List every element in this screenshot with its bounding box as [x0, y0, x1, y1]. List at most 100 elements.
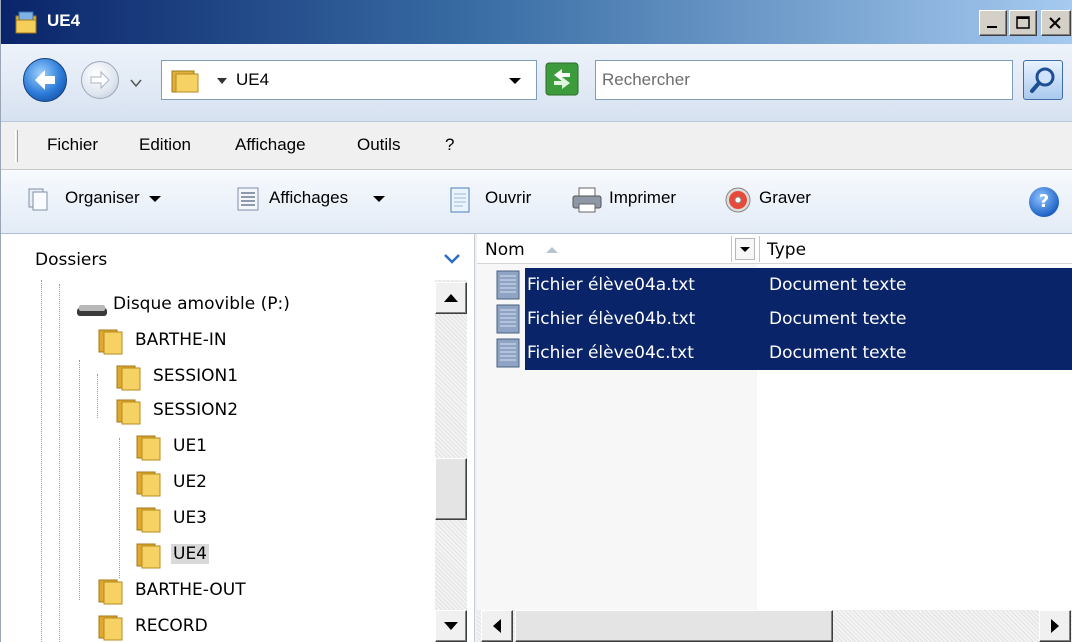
column-header-row: Nom Type — [477, 234, 1072, 264]
file-list-horizontal-scrollbar[interactable] — [477, 610, 1072, 642]
file-row[interactable]: Fichier élève04b.txt Document texte — [491, 302, 1072, 336]
title-bar[interactable]: UE4 — [1, 0, 1072, 44]
menu-outils[interactable]: Outils — [357, 135, 400, 155]
scroll-down-button[interactable] — [435, 610, 467, 642]
folder-icon — [171, 70, 199, 93]
scroll-thumb[interactable] — [435, 458, 467, 520]
folder-icon — [136, 435, 161, 461]
folder-icon — [116, 399, 141, 425]
folders-pane: Dossiers Disque amovible (P:) BARTHE-IN — [1, 234, 475, 642]
ouvrir-button[interactable]: Ouvrir — [445, 187, 531, 213]
text-file-icon — [496, 338, 520, 368]
column-header-nom[interactable]: Nom — [485, 240, 525, 260]
affichages-label: Affichages — [269, 188, 349, 207]
explorer-window: UE4 UE4 Rechercher Fichier Edition Affic… — [0, 0, 1072, 642]
back-button[interactable] — [23, 58, 67, 102]
scroll-right-button[interactable] — [1039, 610, 1071, 642]
folder-icon — [116, 365, 141, 391]
column-header-type[interactable]: Type — [767, 240, 806, 260]
arrow-right-icon — [1051, 619, 1059, 633]
arrow-up-icon — [444, 294, 458, 302]
disc-burn-icon — [725, 187, 751, 213]
minimize-icon — [987, 26, 997, 28]
address-field[interactable]: UE4 — [161, 60, 537, 100]
file-type: Document texte — [769, 275, 907, 295]
tree-label: Disque amovible (P:) — [113, 294, 290, 314]
organiser-button[interactable]: Organiser — [25, 188, 166, 211]
close-button[interactable] — [1041, 10, 1071, 36]
folders-vertical-scrollbar[interactable] — [435, 280, 467, 642]
chevron-down-icon — [373, 196, 386, 202]
collapse-chevron-icon[interactable] — [443, 252, 461, 266]
menu-edition[interactable]: Edition — [139, 135, 191, 155]
refresh-button-icon[interactable] — [545, 62, 579, 96]
scroll-up-button[interactable] — [435, 282, 467, 314]
forward-button[interactable] — [81, 61, 119, 99]
address-path: UE4 — [236, 70, 270, 89]
file-name: Fichier élève04a.txt — [527, 275, 695, 295]
graver-label: Graver — [759, 188, 811, 207]
organise-icon — [28, 188, 48, 211]
tree-label: BARTHE-IN — [135, 330, 227, 350]
command-bar: Organiser Affichages Ouvrir Imprimer Gra… — [1, 170, 1072, 234]
folders-title: Dossiers — [35, 250, 108, 270]
search-field[interactable] — [595, 60, 1013, 100]
arrow-down-icon — [444, 622, 458, 630]
search-input[interactable] — [602, 67, 1002, 93]
printer-icon — [572, 187, 602, 213]
affichages-button[interactable]: Affichages — [235, 187, 388, 211]
maximize-icon — [1016, 16, 1030, 29]
chevron-down-icon — [740, 247, 750, 252]
text-file-icon — [496, 270, 520, 300]
search-button[interactable] — [1023, 60, 1063, 100]
views-icon — [237, 187, 259, 211]
text-file-icon — [496, 304, 520, 334]
address-bar: UE4 — [1, 44, 1072, 122]
scroll-left-button[interactable] — [481, 610, 513, 642]
sort-ascending-icon — [546, 247, 558, 253]
chevron-down-icon — [148, 196, 161, 202]
menu-affichage[interactable]: Affichage — [235, 135, 306, 155]
file-name: Fichier élève04c.txt — [527, 343, 694, 363]
menu-help[interactable]: ? — [445, 135, 454, 155]
folder-app-icon — [15, 11, 37, 34]
tree-label: SESSION1 — [153, 366, 239, 386]
tree-label: BARTHE-OUT — [135, 580, 246, 600]
drive-icon — [77, 305, 107, 316]
menu-grip[interactable] — [15, 130, 18, 162]
imprimer-button[interactable]: Imprimer — [571, 187, 676, 213]
scroll-thumb[interactable] — [515, 610, 833, 642]
file-type: Document texte — [769, 309, 907, 329]
minimize-button[interactable] — [979, 10, 1007, 36]
file-name: Fichier élève04b.txt — [527, 309, 696, 329]
breadcrumb-chevron-icon[interactable] — [216, 76, 228, 86]
help-button[interactable]: ? — [1029, 187, 1059, 217]
graver-button[interactable]: Graver — [723, 187, 811, 213]
tree-label: SESSION2 — [153, 400, 239, 420]
folder-icon — [136, 543, 161, 569]
tree-label: UE2 — [173, 472, 207, 492]
folders-header[interactable]: Dossiers — [1, 234, 475, 280]
arrow-left-icon — [35, 70, 55, 90]
folder-icon — [98, 615, 123, 641]
menu-bar: Fichier Edition Affichage Outils ? — [1, 122, 1072, 170]
organiser-label: Organiser — [65, 188, 140, 207]
arrow-left-icon — [493, 619, 501, 633]
file-row[interactable]: Fichier élève04a.txt Document texte — [491, 268, 1072, 302]
arrow-right-icon — [90, 70, 110, 90]
tree-label: UE1 — [173, 436, 207, 456]
file-type: Document texte — [769, 343, 907, 363]
column-filter-button[interactable] — [735, 238, 755, 260]
address-dropdown-icon[interactable] — [508, 75, 522, 87]
tree-label: UE4 — [171, 544, 209, 564]
folder-icon — [98, 329, 123, 355]
tree-label: RECORD — [135, 616, 208, 636]
close-icon — [1049, 17, 1061, 29]
history-dropdown-icon[interactable] — [129, 78, 143, 88]
menu-fichier[interactable]: Fichier — [47, 135, 98, 155]
file-row[interactable]: Fichier élève04c.txt Document texte — [491, 336, 1072, 370]
folder-icon — [136, 507, 161, 533]
window-title: UE4 — [47, 11, 81, 30]
maximize-button[interactable] — [1009, 10, 1037, 36]
folder-icon — [136, 471, 161, 497]
